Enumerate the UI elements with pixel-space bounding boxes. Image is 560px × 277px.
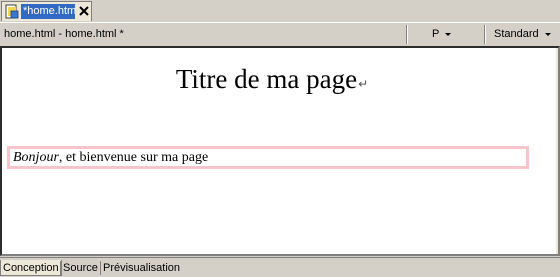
style-dropdown[interactable]: Standard [494, 28, 551, 40]
document-tab-strip: *home.html [0, 0, 560, 23]
document-toolbar: home.html - home.html * P Standard [0, 23, 560, 47]
chevron-down-icon [544, 32, 551, 36]
tab-previsualisation[interactable]: Prévisualisation [101, 260, 182, 276]
tab-source[interactable]: Source [61, 260, 100, 276]
format-dropdown[interactable]: P [432, 28, 452, 40]
selected-paragraph[interactable]: Bonjour, et bienvenue sur ma page [7, 146, 529, 169]
format-dropdown-value: P [432, 28, 440, 40]
page-heading[interactable]: Titre de ma page↵ [2, 64, 542, 95]
line-break-marker-icon: ↵ [358, 77, 369, 91]
dreamweaver-file-icon [5, 4, 19, 19]
paragraph-text: , et bienvenue sur ma page [58, 150, 209, 165]
heading-text: Titre de ma page [175, 64, 358, 94]
document-path: home.html - home.html * [4, 28, 124, 40]
toolbar-separator [406, 25, 408, 44]
document-tab[interactable]: *home.html [1, 1, 92, 21]
document-tab-title: *home.html [21, 4, 75, 19]
style-dropdown-value: Standard [494, 28, 539, 40]
view-tabs: Conception Source Prévisualisation [0, 257, 560, 277]
design-view-canvas[interactable]: Titre de ma page↵ Bonjour, et bienvenue … [0, 46, 560, 256]
close-icon[interactable] [78, 5, 90, 17]
editor-edge [556, 48, 558, 254]
chevron-down-icon [445, 32, 452, 36]
toolbar-separator [484, 25, 486, 44]
tab-conception[interactable]: Conception [0, 260, 62, 276]
paragraph-italic-text: Bonjour [13, 150, 59, 165]
